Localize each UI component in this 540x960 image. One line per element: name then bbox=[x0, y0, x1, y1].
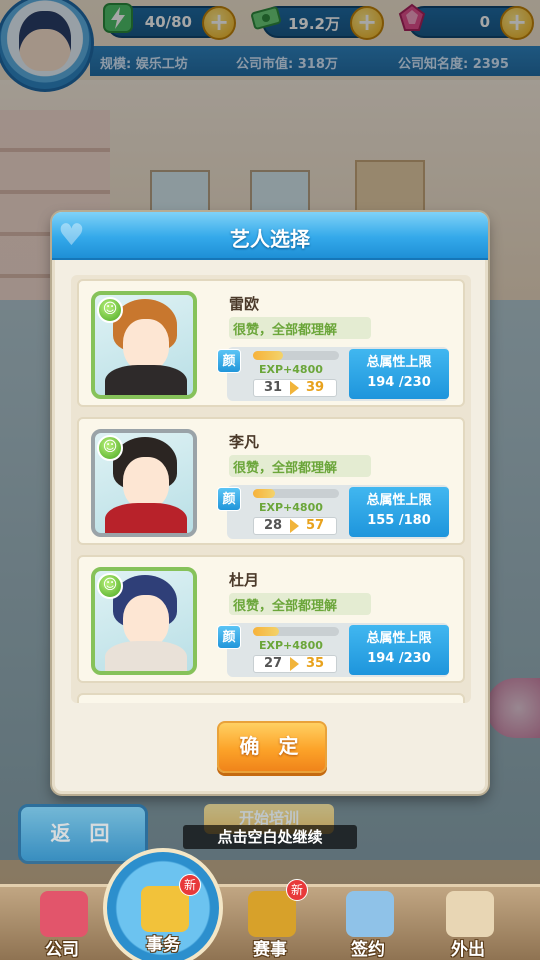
attr-limit-tag: 总属性上限 155 /180 bbox=[349, 487, 449, 537]
next-level: 39 bbox=[306, 380, 325, 395]
nav-events[interactable]: 新 赛事 bbox=[230, 879, 310, 960]
current-level: 31 bbox=[264, 380, 283, 395]
artist-stats: 颜 EXP+4800 31 39 总属性上限 194 /230 bbox=[217, 347, 449, 401]
artist-card-partial[interactable] bbox=[77, 693, 465, 703]
new-badge: 新 bbox=[179, 874, 201, 896]
portrait-face bbox=[123, 319, 169, 371]
nav-label: 公司 bbox=[45, 940, 79, 960]
smile-icon: ☺ bbox=[97, 297, 123, 323]
arrow-right-icon bbox=[290, 519, 299, 533]
hint-text: 点击空白处继续 bbox=[183, 825, 357, 849]
level-box: 31 39 bbox=[253, 379, 337, 397]
tap-to-continue-hint: 点击空白处继续 bbox=[0, 825, 540, 849]
face-attr-badge: 颜 bbox=[217, 487, 241, 511]
portrait-outfit bbox=[105, 503, 187, 533]
confirm-button[interactable]: 确 定 bbox=[217, 721, 327, 773]
arrow-right-icon bbox=[290, 657, 299, 671]
exp-gain: EXP+4800 bbox=[259, 363, 323, 376]
face-attr-badge: 颜 bbox=[217, 625, 241, 649]
artist-comment: 很赞，全部都理解 bbox=[229, 593, 371, 615]
door-icon bbox=[446, 891, 494, 937]
artist-portrait: ☺ bbox=[91, 567, 197, 675]
portrait-outfit bbox=[105, 641, 187, 671]
attr-limit-tag: 总属性上限 194 /230 bbox=[349, 349, 449, 399]
artist-stats: 颜 EXP+4800 28 57 总属性上限 155 /180 bbox=[217, 485, 449, 539]
artist-name: 李凡 bbox=[229, 433, 260, 451]
next-level: 57 bbox=[306, 518, 325, 533]
nav-label: 事务 bbox=[146, 935, 180, 955]
exp-gain: EXP+4800 bbox=[259, 639, 323, 652]
artist-card[interactable]: ☺ 雷欧 很赞，全部都理解 颜 EXP+4800 31 39 总属性上限 194… bbox=[77, 279, 465, 407]
artist-card[interactable]: ☺ 杜月 很赞，全部都理解 颜 EXP+4800 27 35 总属性上限 194… bbox=[77, 555, 465, 683]
exp-progress-bar bbox=[253, 489, 339, 498]
contract-icon bbox=[346, 891, 394, 937]
artist-comment: 很赞，全部都理解 bbox=[229, 455, 371, 477]
level-box: 28 57 bbox=[253, 517, 337, 535]
dialog-header: ♥ 艺人选择 bbox=[52, 212, 488, 260]
artist-card[interactable]: ☺ 李凡 很赞，全部都理解 颜 EXP+4800 28 57 总属性上限 155… bbox=[77, 417, 465, 545]
current-level: 27 bbox=[264, 656, 283, 671]
attr-limit-value: 155 /180 bbox=[367, 513, 431, 528]
nav-label: 签约 bbox=[351, 940, 385, 960]
artist-name: 雷欧 bbox=[229, 295, 260, 313]
smile-icon: ☺ bbox=[97, 435, 123, 461]
nav-label: 赛事 bbox=[253, 940, 287, 960]
nav-go-out[interactable]: 外出 bbox=[428, 887, 508, 960]
nav-company[interactable]: 公司 bbox=[22, 887, 102, 960]
attr-limit-label: 总属性上限 bbox=[366, 493, 432, 508]
nav-affairs-inner: 新 事务 bbox=[123, 874, 203, 958]
artist-portrait: ☺ bbox=[91, 291, 197, 399]
artist-select-dialog: ♥ 艺人选择 ☺ 雷欧 很赞，全部都理解 颜 EXP+4800 31 39 总属… bbox=[52, 212, 488, 794]
bottom-nav: 公司 新 赛事 签约 外出 bbox=[0, 879, 540, 960]
exp-gain: EXP+4800 bbox=[259, 501, 323, 514]
exp-progress-bar bbox=[253, 627, 339, 636]
face-attr-badge: 颜 bbox=[217, 349, 241, 373]
company-icon bbox=[40, 891, 88, 937]
attr-limit-label: 总属性上限 bbox=[366, 355, 432, 370]
exp-progress-bar bbox=[253, 351, 339, 360]
nav-contract[interactable]: 签约 bbox=[328, 887, 408, 960]
exp-progress-fill bbox=[253, 627, 279, 636]
artist-stats: 颜 EXP+4800 27 35 总属性上限 194 /230 bbox=[217, 623, 449, 677]
level-box: 27 35 bbox=[253, 655, 337, 673]
dialog-title: 艺人选择 bbox=[230, 227, 310, 251]
nav-label: 外出 bbox=[451, 940, 485, 960]
artist-portrait: ☺ bbox=[91, 429, 197, 537]
portrait-face bbox=[123, 595, 169, 647]
nav-affairs[interactable]: 新 事务 bbox=[103, 848, 223, 960]
arrow-right-icon bbox=[290, 381, 299, 395]
attr-limit-value: 194 /230 bbox=[367, 375, 431, 390]
portrait-face bbox=[123, 457, 169, 509]
artist-list[interactable]: ☺ 雷欧 很赞，全部都理解 颜 EXP+4800 31 39 总属性上限 194… bbox=[71, 275, 471, 703]
attr-limit-value: 194 /230 bbox=[367, 651, 431, 666]
exp-progress-fill bbox=[253, 351, 284, 360]
portrait-outfit bbox=[105, 365, 187, 395]
next-level: 35 bbox=[306, 656, 325, 671]
attr-limit-tag: 总属性上限 194 /230 bbox=[349, 625, 449, 675]
exp-progress-fill bbox=[253, 489, 275, 498]
smile-icon: ☺ bbox=[97, 573, 123, 599]
attr-limit-label: 总属性上限 bbox=[366, 631, 432, 646]
artist-comment: 很赞，全部都理解 bbox=[229, 317, 371, 339]
artist-name: 杜月 bbox=[229, 571, 260, 589]
new-badge: 新 bbox=[286, 879, 308, 901]
current-level: 28 bbox=[264, 518, 283, 533]
